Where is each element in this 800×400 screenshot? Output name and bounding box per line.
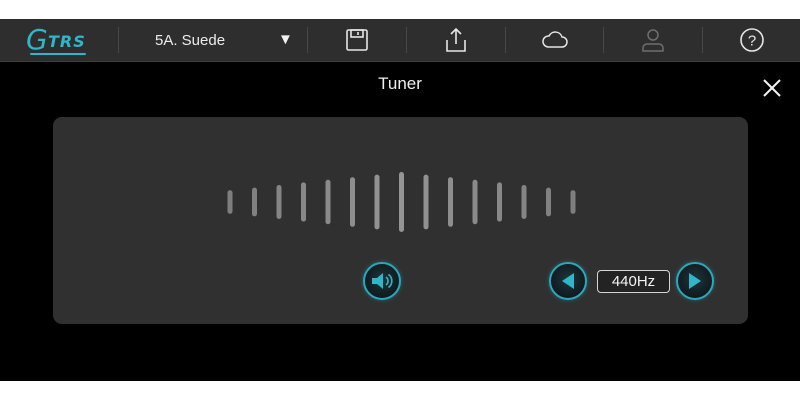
- tuner-needle: [497, 182, 502, 222]
- tuner-needle: [252, 187, 257, 217]
- sound-button[interactable]: [363, 262, 401, 300]
- help-icon: ?: [740, 28, 764, 52]
- upload-icon: [446, 27, 466, 52]
- tuner-needle: [570, 190, 576, 214]
- top-toolbar: G TRS 5A. Suede ▼ ?: [0, 19, 800, 62]
- close-icon: [763, 79, 781, 97]
- toolbar-divider: [118, 27, 119, 53]
- share-button[interactable]: [407, 19, 505, 61]
- help-button[interactable]: ?: [703, 19, 800, 61]
- tuner-needle: [448, 177, 453, 227]
- logo-text: TRS: [48, 32, 86, 51]
- tuner-needle: [227, 190, 233, 214]
- save-icon: [346, 29, 368, 51]
- tuner-needle: [521, 185, 527, 219]
- frequency-increase-button[interactable]: [676, 262, 714, 300]
- tuner-needle: [301, 182, 306, 222]
- tuner-needle: [423, 174, 429, 230]
- tuner-needle: [374, 174, 380, 230]
- account-button[interactable]: [604, 19, 702, 61]
- cloud-button[interactable]: [506, 19, 604, 61]
- tuner-panel: 440Hz: [53, 117, 748, 324]
- svg-text:?: ?: [748, 33, 756, 50]
- tuner-needle: [350, 177, 355, 227]
- tuner-needle: [276, 185, 282, 219]
- gtrs-logo[interactable]: G TRS: [24, 23, 90, 57]
- triangle-right-icon: [689, 273, 701, 289]
- cloud-icon: [542, 31, 568, 48]
- tuner-needle: [325, 179, 331, 225]
- tuner-screen: G TRS 5A. Suede ▼ ? Tuner 440Hz: [0, 19, 800, 381]
- user-icon: [642, 29, 664, 52]
- preset-name: 5A. Suede: [155, 32, 226, 49]
- save-button[interactable]: [308, 19, 406, 61]
- triangle-left-icon: [562, 273, 574, 289]
- preset-selector[interactable]: 5A. Suede ▼: [120, 19, 305, 61]
- logo-letter: G: [26, 23, 48, 56]
- tuner-needle: [399, 172, 404, 232]
- tuner-needle: [472, 179, 478, 225]
- close-button[interactable]: [757, 73, 787, 103]
- speaker-icon: [372, 273, 393, 289]
- logo-underline: [30, 53, 86, 55]
- frequency-decrease-button[interactable]: [549, 262, 587, 300]
- reference-frequency-value[interactable]: 440Hz: [597, 270, 670, 293]
- tuner-needle: [546, 187, 551, 217]
- tuner-title: Tuner: [378, 74, 422, 93]
- chevron-down-icon: ▼: [278, 31, 293, 48]
